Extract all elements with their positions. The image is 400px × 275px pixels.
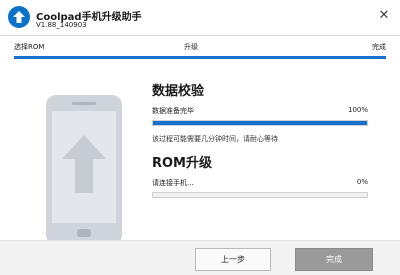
finish-button[interactable]: 完成: [295, 248, 373, 271]
phone-illustration: [46, 95, 122, 245]
data-verify-status: 数据准备完毕: [152, 107, 194, 115]
app-version: V1.88_140903: [36, 21, 87, 29]
phone-home-button: [77, 229, 91, 237]
rom-upgrade-status: 请连接手机...: [152, 179, 194, 187]
data-verify-progress-fill: [153, 121, 367, 125]
data-verify-note: 该过程可能需要几分钟时间，请耐心等待: [152, 135, 278, 143]
coolpad-upgrade-icon: [8, 6, 30, 28]
step-select-rom: 选择ROM: [14, 43, 45, 51]
data-verify-title: 数据校验: [152, 84, 205, 99]
step-complete: 完成: [372, 43, 386, 51]
phone-upgrade-arrow-icon: [62, 135, 106, 193]
step-progress-fill: [14, 56, 386, 59]
rom-upgrade-percent: 0%: [356, 178, 368, 186]
data-verify-percent: 100%: [347, 106, 368, 114]
phone-speaker: [72, 102, 96, 105]
rom-upgrade-progress: [152, 192, 368, 198]
previous-step-button[interactable]: 上一步: [195, 248, 271, 271]
data-verify-progress: [152, 120, 368, 126]
close-button[interactable]: ✕: [374, 6, 394, 26]
rom-upgrade-title: ROM升级: [152, 156, 212, 171]
phone-screen: [52, 111, 116, 223]
step-progress-track: [14, 56, 386, 59]
title-bar: Coolpad手机升级助手 V1.88_140903 ✕: [0, 0, 400, 36]
step-upgrade: 升级: [184, 43, 198, 51]
